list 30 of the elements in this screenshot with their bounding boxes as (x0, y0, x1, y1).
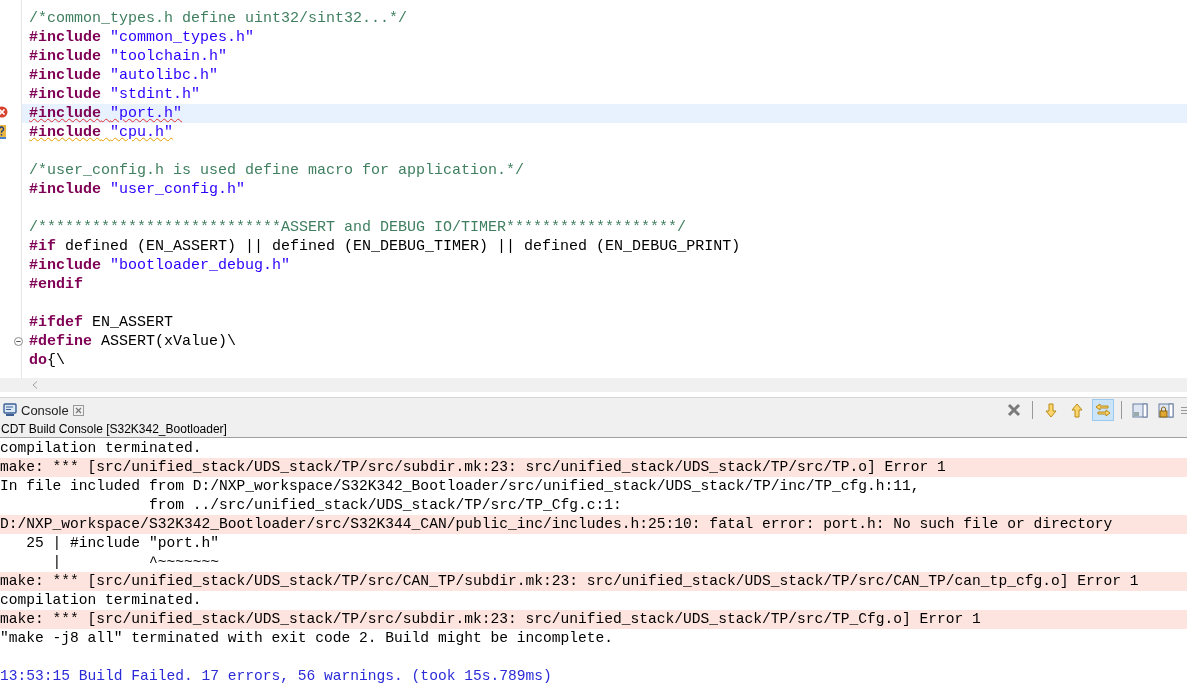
code-line: #include "common_types.h" (28, 28, 256, 47)
code-line: #include "user_config.h" (28, 180, 247, 199)
output-line: 25 | #include "port.h" (25, 534, 220, 553)
code-line: #include "bootloader_debug.h" (28, 256, 292, 275)
code-line: #endif (28, 275, 84, 294)
code-line: #include "autolibc.h" (28, 66, 220, 85)
output-line: compilation terminated. (0, 439, 203, 458)
code-line: /***************************ASSERT and DEBUG IO/TIMER*******************/ (28, 218, 688, 237)
code-line: #define ASSERT(xValue)\ (22, 332, 1187, 351)
output-line: | ^~~~~~~~ (51, 553, 220, 572)
code-line: /*common_types.h define uint32/sint32...*/ (28, 9, 409, 28)
build-status-line: 13:53:15 Build Failed. 17 errors, 56 warnings. (took 15s.789ms) (0, 667, 553, 686)
code-line: #include "stdint.h" (28, 85, 202, 104)
code-line: do{\ (28, 351, 67, 370)
code-line: #include "toolchain.h" (28, 47, 229, 66)
console-icon (3, 403, 17, 417)
output-line: "make -j8 all" terminated with exit code 2. Build might be incomplete. (0, 629, 615, 648)
code-line: #if defined (EN_ASSERT) || defined (EN_DEBUG_TIMER) || defined (EN_DEBUG_PRINT) (28, 237, 742, 256)
code-line: /*user_config.h is used define macro for application.*/ (28, 161, 526, 180)
menu-icon[interactable] (1181, 406, 1187, 414)
output-line: compilation terminated. (0, 591, 203, 610)
close-icon[interactable] (72, 404, 84, 416)
toggled-swap-arrows-icon[interactable] (1092, 399, 1114, 421)
collapse-icon[interactable] (14, 337, 23, 346)
scroll-left-icon[interactable] (32, 381, 38, 389)
code-line: #ifdef EN_ASSERT (28, 313, 175, 332)
output-line: from ../src/unified_stack/UDS_stack/TP/src/TP_Cfg.c:1: (147, 496, 623, 515)
console-title: CDT Build Console [S32K342_Bootloader] (1, 422, 227, 436)
output-line: In file included from D:/NXP_workspace/S32K342_Bootloader/src/unified_stack/UDS_stack/TP/inc/TP_cfg.h:11, (0, 477, 921, 496)
code-line: #include "cpu.h" (28, 123, 175, 142)
